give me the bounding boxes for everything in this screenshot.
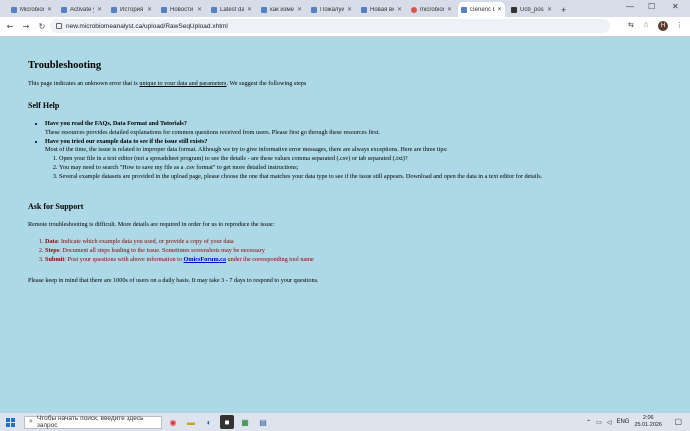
forward-arrow-icon[interactable]: → (20, 22, 32, 31)
support-footer: Please keep in mind that there are 1000s… (28, 277, 319, 284)
list-item: Data: Indicate which example data you us… (45, 238, 668, 247)
list-item: Have you tried our example data to see i… (45, 138, 668, 182)
network-icon[interactable]: ▭ (596, 419, 602, 426)
language-indicator[interactable]: ENG (616, 419, 629, 425)
minimize-icon[interactable]: — (626, 2, 634, 11)
clock[interactable]: 2:06 25.01.2026 (634, 415, 662, 429)
new-tab-button[interactable]: + (561, 5, 566, 15)
browser-tab[interactable]: microbiom✕ (408, 2, 455, 17)
favicon-icon (461, 6, 467, 13)
tip-item: Several example datasets are provided in… (59, 173, 668, 182)
site-info-icon[interactable] (56, 23, 62, 29)
example-question: Have you tried our example data to see i… (45, 137, 208, 145)
close-window-icon[interactable]: ✕ (672, 2, 679, 11)
close-icon[interactable]: ✕ (497, 6, 502, 13)
close-icon[interactable]: ✕ (347, 6, 352, 13)
faq-question: Have you read the FAQs, Data Format and … (45, 120, 187, 127)
translate-icon[interactable]: ⇆ (628, 21, 634, 29)
excel-icon[interactable]: ▦ (238, 415, 252, 429)
list-item: Have you read the FAQs, Data Format and … (45, 120, 668, 138)
favicon-icon (111, 6, 117, 13)
close-icon[interactable]: ✕ (247, 6, 252, 13)
favicon-icon (161, 6, 167, 13)
file-explorer-icon[interactable]: ▬ (184, 415, 198, 429)
back-arrow-icon[interactable]: ← (4, 22, 16, 31)
favicon-icon (261, 6, 267, 13)
app-icon[interactable]: ◼ (220, 415, 234, 429)
intro-text: This page indicates an unknown error tha… (28, 80, 307, 87)
close-icon[interactable]: ✕ (547, 6, 552, 13)
taskbar-search-input[interactable]: ⌕ Чтобы начать поиск, введите здесь запр… (24, 415, 162, 429)
search-icon: ⌕ (29, 418, 33, 425)
close-icon[interactable]: ✕ (397, 6, 402, 13)
close-icon[interactable]: ✕ (447, 6, 452, 13)
reload-icon[interactable]: ↻ (36, 22, 48, 31)
close-icon[interactable]: ✕ (97, 6, 102, 13)
browser-tab-active[interactable]: Generic Er✕ (458, 2, 505, 17)
faq-answer: These resources provides detailed explan… (45, 128, 380, 136)
list-item: Submit: Post your questions with above i… (45, 256, 668, 265)
windows-start-icon[interactable] (6, 417, 15, 427)
browser-tab[interactable]: Новая вкл✕ (358, 2, 405, 17)
omicsforum-link[interactable]: OmicsForum.ca (184, 256, 226, 263)
edge-icon[interactable]: ◐ (202, 415, 216, 429)
browser-tab[interactable]: Activate y ✕ (58, 2, 105, 17)
page-content: Troubleshooting This page indicates an u… (28, 60, 668, 89)
system-tray: ⌃ ▭ ◁ ENG 2:06 25.01.2026 (586, 415, 662, 429)
self-help-section: Have you read the FAQs, Data Format and … (28, 120, 668, 182)
page-title: Troubleshooting (28, 60, 102, 71)
support-intro: Remote troubleshooting is difficult. Mor… (28, 221, 275, 228)
favicon-icon (311, 6, 317, 13)
bookmark-star-icon[interactable]: ☆ (643, 21, 649, 29)
support-list: Data: Indicate which example data you us… (28, 238, 668, 264)
browser-toolbar: ← → ↻ new.microbiomeanalyst.ca/upload/Ra… (0, 17, 690, 37)
taskbar: ⌕ Чтобы начать поиск, введите здесь запр… (0, 413, 690, 431)
tip-item: You may need to search "How to save my f… (59, 164, 668, 173)
list-item: Steps: Document all steps leading to the… (45, 247, 668, 256)
favicon-icon (61, 6, 67, 13)
intro-underlined-text: unique to your data and parameters (139, 80, 227, 87)
browser-tab[interactable]: Ucb_possib✕ (508, 2, 555, 17)
chrome-icon[interactable]: ◉ (166, 415, 180, 429)
avatar[interactable]: Н (658, 21, 668, 31)
browser-tab[interactable]: Latest data✕ (208, 2, 255, 17)
close-icon[interactable]: ✕ (297, 6, 302, 13)
close-icon[interactable]: ✕ (147, 6, 152, 13)
menu-icon[interactable]: ⋮ (676, 21, 683, 29)
support-heading: Ask for Support (28, 202, 84, 211)
favicon-icon (211, 6, 217, 13)
example-answer: Most of the time, the issue is related t… (45, 146, 448, 154)
close-icon[interactable]: ✕ (47, 6, 52, 13)
address-bar[interactable]: new.microbiomeanalyst.ca/upload/RawSeqUp… (50, 19, 610, 33)
notification-icon[interactable]: ▢ (674, 417, 682, 426)
browser-tab[interactable]: Пожалуйс✕ (308, 2, 355, 17)
favicon-icon (411, 6, 417, 13)
browser-tab-strip: Microbiom✕ Activate y✕ История✕ Новости✕… (0, 0, 690, 17)
tip-item: Open your file in a text editor (not a s… (59, 155, 668, 164)
volume-icon[interactable]: ◁ (607, 419, 612, 426)
browser-tab[interactable]: История ✕ (108, 2, 155, 17)
maximize-icon[interactable]: ☐ (648, 2, 655, 11)
favicon-icon (11, 6, 17, 13)
favicon-icon (511, 6, 517, 13)
chevron-up-icon[interactable]: ⌃ (586, 419, 591, 426)
word-icon[interactable]: ▤ (256, 415, 270, 429)
close-icon[interactable]: ✕ (197, 6, 202, 13)
browser-tab[interactable]: Новости ✕ (158, 2, 205, 17)
browser-tab[interactable]: как измени✕ (258, 2, 305, 17)
browser-tab[interactable]: Microbiom✕ (8, 2, 55, 17)
self-help-heading: Self Help (28, 101, 60, 110)
url-text: new.microbiomeanalyst.ca/upload/RawSeqUp… (66, 22, 228, 30)
favicon-icon (361, 6, 367, 13)
